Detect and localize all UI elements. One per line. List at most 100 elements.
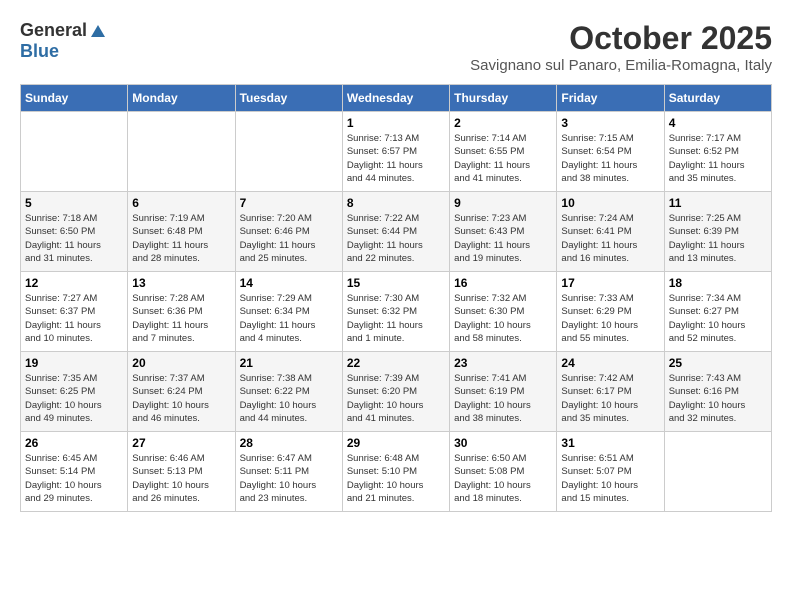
day-number: 5 [25,196,123,210]
day-info: Sunrise: 7:15 AM Sunset: 6:54 PM Dayligh… [561,132,659,185]
logo-blue-text: Blue [20,41,59,61]
day-info: Sunrise: 7:19 AM Sunset: 6:48 PM Dayligh… [132,212,230,265]
calendar-cell: 31Sunrise: 6:51 AM Sunset: 5:07 PM Dayli… [557,432,664,512]
calendar-cell [664,432,771,512]
day-info: Sunrise: 6:46 AM Sunset: 5:13 PM Dayligh… [132,452,230,505]
day-number: 7 [240,196,338,210]
day-number: 13 [132,276,230,290]
day-number: 17 [561,276,659,290]
calendar-cell [21,112,128,192]
calendar-cell: 7 Sunrise: 7:20 AM Sunset: 6:46 PM Daylig… [235,192,342,272]
day-number: 30 [454,436,552,450]
calendar-cell: 15 Sunrise: 7:30 AM Sunset: 6:32 PM Dayli… [342,272,449,352]
day-info: Sunrise: 7:37 AM Sunset: 6:24 PM Dayligh… [132,372,230,425]
day-number: 8 [347,196,445,210]
day-info: Sunrise: 7:20 AM Sunset: 6:46 PM Dayligh… [240,212,338,265]
day-number: 4 [669,116,767,130]
day-info: Sunrise: 7:27 AM Sunset: 6:37 PM Dayligh… [25,292,123,345]
day-number: 2 [454,116,552,130]
calendar-cell: 9 Sunrise: 7:23 AM Sunset: 6:43 PM Daylig… [450,192,557,272]
calendar-cell: 14 Sunrise: 7:29 AM Sunset: 6:34 PM Dayli… [235,272,342,352]
calendar-cell: 20 Sunrise: 7:37 AM Sunset: 6:24 PM Dayli… [128,352,235,432]
calendar-cell: 5 Sunrise: 7:18 AM Sunset: 6:50 PM Daylig… [21,192,128,272]
weekday-header-saturday: Saturday [664,85,771,112]
day-info: Sunrise: 7:23 AM Sunset: 6:43 PM Dayligh… [454,212,552,265]
calendar-week-5: 26 Sunrise: 6:45 AM Sunset: 5:14 PM Dayli… [21,432,772,512]
day-number: 26 [25,436,123,450]
calendar-cell: 3 Sunrise: 7:15 AM Sunset: 6:54 PM Daylig… [557,112,664,192]
calendar-cell: 12 Sunrise: 7:27 AM Sunset: 6:37 PM Dayli… [21,272,128,352]
calendar-cell: 10 Sunrise: 7:24 AM Sunset: 6:41 PM Dayli… [557,192,664,272]
calendar-week-1: 1 Sunrise: 7:13 AM Sunset: 6:57 PM Daylig… [21,112,772,192]
weekday-header-thursday: Thursday [450,85,557,112]
day-number: 10 [561,196,659,210]
calendar-cell: 26 Sunrise: 6:45 AM Sunset: 5:14 PM Dayli… [21,432,128,512]
calendar-cell [235,112,342,192]
day-info: Sunrise: 7:41 AM Sunset: 6:19 PM Dayligh… [454,372,552,425]
month-title: October 2025 [470,20,772,57]
calendar-cell: 23 Sunrise: 7:41 AM Sunset: 6:19 PM Dayli… [450,352,557,432]
calendar-cell: 27 Sunrise: 6:46 AM Sunset: 5:13 PM Dayli… [128,432,235,512]
page-header: General Blue October 2025 Savignano sul … [20,20,772,74]
day-number: 1 [347,116,445,130]
logo: General Blue [20,20,107,62]
calendar-cell: 17 Sunrise: 7:33 AM Sunset: 6:29 PM Dayli… [557,272,664,352]
day-number: 29 [347,436,445,450]
calendar-cell: 21Sunrise: 7:38 AM Sunset: 6:22 PM Dayli… [235,352,342,432]
day-info: Sunrise: 7:35 AM Sunset: 6:25 PM Dayligh… [25,372,123,425]
logo-general-text: General [20,20,87,41]
day-info: Sunrise: 7:30 AM Sunset: 6:32 PM Dayligh… [347,292,445,345]
calendar-cell: 6 Sunrise: 7:19 AM Sunset: 6:48 PM Daylig… [128,192,235,272]
day-number: 9 [454,196,552,210]
day-number: 22 [347,356,445,370]
day-number: 16 [454,276,552,290]
day-info: Sunrise: 7:39 AM Sunset: 6:20 PM Dayligh… [347,372,445,425]
day-number: 14 [240,276,338,290]
calendar-cell: 8Sunrise: 7:22 AM Sunset: 6:44 PM Daylig… [342,192,449,272]
calendar-cell: 19 Sunrise: 7:35 AM Sunset: 6:25 PM Dayli… [21,352,128,432]
day-number: 18 [669,276,767,290]
day-number: 24 [561,356,659,370]
calendar-cell: 22 Sunrise: 7:39 AM Sunset: 6:20 PM Dayli… [342,352,449,432]
calendar-cell: 1 Sunrise: 7:13 AM Sunset: 6:57 PM Daylig… [342,112,449,192]
day-info: Sunrise: 6:50 AM Sunset: 5:08 PM Dayligh… [454,452,552,505]
day-info: Sunrise: 7:38 AM Sunset: 6:22 PM Dayligh… [240,372,338,425]
day-info: Sunrise: 7:18 AM Sunset: 6:50 PM Dayligh… [25,212,123,265]
calendar-week-4: 19 Sunrise: 7:35 AM Sunset: 6:25 PM Dayli… [21,352,772,432]
day-number: 6 [132,196,230,210]
day-number: 19 [25,356,123,370]
calendar-cell [128,112,235,192]
calendar-cell: 29 Sunrise: 6:48 AM Sunset: 5:10 PM Dayli… [342,432,449,512]
day-info: Sunrise: 7:24 AM Sunset: 6:41 PM Dayligh… [561,212,659,265]
weekday-header-tuesday: Tuesday [235,85,342,112]
title-block: October 2025 Savignano sul Panaro, Emili… [470,20,772,74]
day-info: Sunrise: 6:45 AM Sunset: 5:14 PM Dayligh… [25,452,123,505]
calendar-table: SundayMondayTuesdayWednesdayThursdayFrid… [20,84,772,512]
day-info: Sunrise: 7:29 AM Sunset: 6:34 PM Dayligh… [240,292,338,345]
calendar-cell: 24Sunrise: 7:42 AM Sunset: 6:17 PM Dayli… [557,352,664,432]
calendar-cell: 16Sunrise: 7:32 AM Sunset: 6:30 PM Dayli… [450,272,557,352]
calendar-cell: 28 Sunrise: 6:47 AM Sunset: 5:11 PM Dayli… [235,432,342,512]
calendar-cell: 11Sunrise: 7:25 AM Sunset: 6:39 PM Dayli… [664,192,771,272]
weekday-header-wednesday: Wednesday [342,85,449,112]
day-number: 28 [240,436,338,450]
day-info: Sunrise: 7:33 AM Sunset: 6:29 PM Dayligh… [561,292,659,345]
calendar-cell: 25Sunrise: 7:43 AM Sunset: 6:16 PM Dayli… [664,352,771,432]
day-number: 11 [669,196,767,210]
day-info: Sunrise: 7:28 AM Sunset: 6:36 PM Dayligh… [132,292,230,345]
calendar-week-2: 5 Sunrise: 7:18 AM Sunset: 6:50 PM Daylig… [21,192,772,272]
day-number: 12 [25,276,123,290]
day-number: 23 [454,356,552,370]
weekday-header-friday: Friday [557,85,664,112]
weekday-header-sunday: Sunday [21,85,128,112]
day-info: Sunrise: 6:51 AM Sunset: 5:07 PM Dayligh… [561,452,659,505]
day-number: 20 [132,356,230,370]
location-title: Savignano sul Panaro, Emilia-Romagna, It… [470,57,772,74]
day-info: Sunrise: 7:13 AM Sunset: 6:57 PM Dayligh… [347,132,445,185]
day-number: 15 [347,276,445,290]
day-info: Sunrise: 6:47 AM Sunset: 5:11 PM Dayligh… [240,452,338,505]
day-number: 27 [132,436,230,450]
day-info: Sunrise: 6:48 AM Sunset: 5:10 PM Dayligh… [347,452,445,505]
logo-triangle-icon [89,21,107,39]
day-number: 3 [561,116,659,130]
